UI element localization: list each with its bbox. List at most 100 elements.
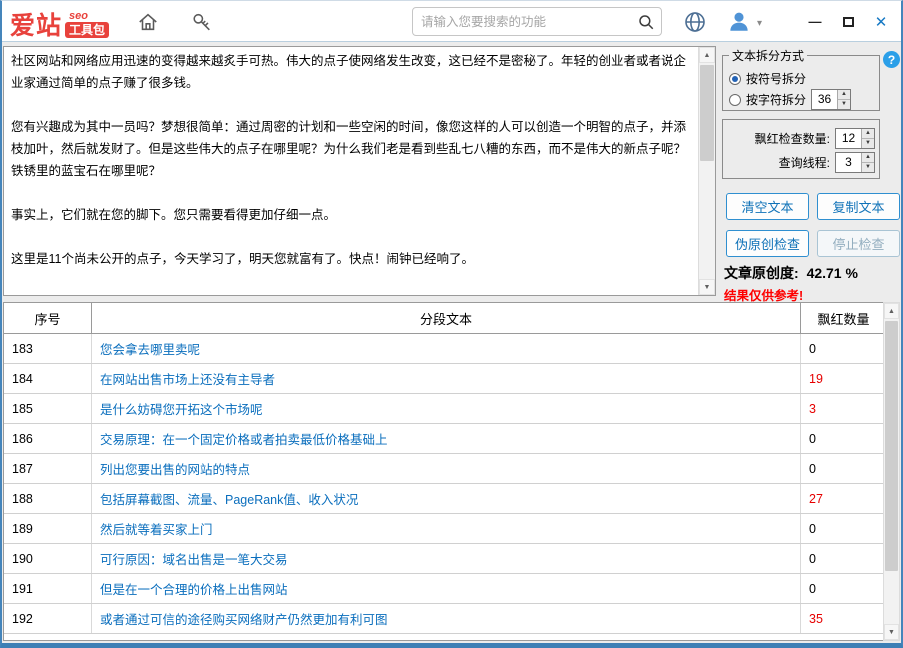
table-row: 191 但是在一个合理的价格上出售网站 0	[4, 574, 886, 604]
segment-link[interactable]: 在网站出售市场上还没有主导者	[100, 369, 275, 388]
logo-seo-text: seo	[69, 9, 88, 22]
source-text-panel: 社区网站和网络应用迅速的变得越来越炙手可热。伟大的点子使网络发生改变，这已经不是…	[3, 46, 716, 296]
table-row: 192 或者通过可信的途径购买网络财产仍然更加有利可图 35	[4, 604, 886, 634]
originality-label: 文章原创度:	[724, 265, 799, 281]
spin-up-icon[interactable]: ▲	[862, 152, 874, 163]
header-red-count: 飘红数量	[817, 311, 870, 327]
scroll-up-icon[interactable]: ▲	[699, 47, 715, 63]
globe-icon[interactable]	[683, 10, 705, 32]
editor-scrollbar[interactable]: ▲ ▼	[698, 47, 715, 295]
segment-link[interactable]: 然后就等着买家上门	[100, 519, 213, 538]
check-count-label: 飘红检查数量:	[754, 131, 830, 146]
copy-text-button[interactable]: 复制文本	[817, 193, 900, 220]
settings-panel: 文本拆分方式 按符号拆分 按字符拆分 36 ▲ ▼ ? 飘红检查数量: 12 ▲…	[720, 45, 902, 303]
originality-result: 文章原创度: 42.71 %	[724, 263, 858, 283]
radio-symbol-split[interactable]: 按符号拆分	[729, 68, 873, 89]
app-window: 爱站 seo 工具包 请输入您要搜索的功能 ▾ — ✕ 社区网站和网络应用迅速的…	[0, 0, 903, 648]
radio-char-split[interactable]: 按字符拆分 36 ▲ ▼	[729, 89, 873, 110]
red-count-cell: 27	[809, 491, 823, 506]
spin-up-icon[interactable]: ▲	[862, 128, 874, 139]
table-row: 185 是什么妨碍您开拓这个市场呢 3	[4, 394, 886, 424]
red-count-cell: 0	[809, 461, 816, 476]
radio-icon[interactable]	[729, 72, 741, 85]
clear-text-button[interactable]: 清空文本	[726, 193, 809, 220]
segment-link[interactable]: 您会拿去哪里卖呢	[100, 339, 200, 358]
action-buttons: 清空文本 复制文本 伪原创检查 停止检查	[726, 193, 900, 257]
segment-link[interactable]: 是什么妨碍您开拓这个市场呢	[100, 399, 263, 418]
table-header: 序号 分段文本 飘红数量	[4, 303, 886, 334]
scroll-down-icon[interactable]: ▼	[699, 279, 715, 295]
key-icon[interactable]	[191, 11, 213, 33]
table-row: 186 交易原理：在一个固定价格或者拍卖最低价格基础上 0	[4, 424, 886, 454]
char-split-stepper: 36 ▲ ▼	[811, 89, 852, 110]
spin-down-icon[interactable]: ▼	[862, 162, 874, 172]
segment-link[interactable]: 交易原理：在一个固定价格或者拍卖最低价格基础上	[100, 429, 388, 448]
home-icon[interactable]	[137, 11, 159, 33]
spin-down-icon[interactable]: ▼	[838, 100, 851, 109]
logo-brand-text: 爱站	[10, 12, 63, 40]
scroll-down-icon[interactable]: ▼	[884, 624, 899, 640]
table-row: 184 在网站出售市场上还没有主导者 19	[4, 364, 886, 394]
search-icon[interactable]	[631, 8, 661, 35]
segment-link[interactable]: 包括屏幕截图、流量、PageRank值、收入状况	[100, 489, 358, 508]
row-index: 183	[4, 334, 92, 363]
row-index: 188	[4, 484, 92, 513]
help-icon[interactable]: ?	[883, 51, 900, 68]
check-count-value[interactable]: 12	[836, 129, 861, 148]
row-index: 187	[4, 454, 92, 483]
spin-down-icon[interactable]: ▼	[862, 138, 874, 148]
red-count-cell: 0	[809, 551, 816, 566]
split-mode-group: 文本拆分方式 按符号拆分 按字符拆分 36 ▲ ▼	[722, 47, 880, 111]
row-index: 189	[4, 514, 92, 543]
editor-paragraph: 社区网站和网络应用迅速的变得越来越炙手可热。伟大的点子使网络发生改变，这已经不是…	[11, 54, 687, 90]
close-button[interactable]: ✕	[873, 14, 889, 31]
editor-scrollbar-thumb[interactable]	[700, 65, 714, 161]
editor-paragraph: 这里是11个尚未公开的点子，今天学习了，明天您就富有了。快点！闹钟已经响了。	[11, 252, 474, 266]
minimize-button[interactable]: —	[807, 14, 823, 30]
editor-paragraph: 事实上，它们就在您的脚下。您只需要看得更加仔细一点。	[11, 208, 337, 222]
scroll-up-icon[interactable]: ▲	[884, 303, 899, 319]
spin-up-icon[interactable]: ▲	[838, 90, 851, 100]
red-count-cell: 35	[809, 611, 823, 626]
logo-suite-text: 工具包	[65, 21, 110, 38]
stop-check-button[interactable]: 停止检查	[817, 230, 900, 257]
segment-link[interactable]: 或者通过可信的途径购买网络财产仍然更加有利可图	[100, 609, 388, 628]
table-row: 189 然后就等着买家上门 0	[4, 514, 886, 544]
row-index: 186	[4, 424, 92, 453]
threads-value[interactable]: 3	[836, 153, 861, 172]
row-index: 191	[4, 574, 92, 603]
segment-link[interactable]: 列出您要出售的网站的特点	[100, 459, 250, 478]
originality-check-button[interactable]: 伪原创检查	[726, 230, 809, 257]
row-index: 185	[4, 394, 92, 423]
chevron-down-icon: ▾	[757, 18, 763, 29]
row-index: 184	[4, 364, 92, 393]
table-scrollbar[interactable]: ▲ ▼	[883, 302, 900, 641]
table-row: 188 包括屏幕截图、流量、PageRank值、收入状况 27	[4, 484, 886, 514]
table-row: 183 您会拿去哪里卖呢 0	[4, 334, 886, 364]
check-count-stepper: 12 ▲ ▼	[835, 127, 875, 149]
threads-label: 查询线程:	[778, 155, 830, 170]
threads-stepper: 3 ▲ ▼	[835, 151, 875, 173]
check-options-box: 飘红检查数量: 12 ▲ ▼ 查询线程: 3 ▲ ▼	[722, 119, 880, 179]
red-count-cell: 19	[809, 371, 823, 386]
char-split-value[interactable]: 36	[812, 90, 837, 109]
red-count-cell: 0	[809, 431, 816, 446]
radio-char-label: 按字符拆分	[746, 93, 807, 107]
segment-link[interactable]: 可行原因：域名出售是一笔大交易	[100, 549, 288, 568]
segment-link[interactable]: 但是在一个合理的价格上出售网站	[100, 579, 288, 598]
originality-value: 42.71 %	[806, 265, 858, 281]
window-controls: — ✕	[807, 1, 889, 42]
split-mode-title: 文本拆分方式	[732, 49, 805, 63]
search-input[interactable]	[413, 14, 631, 29]
maximize-button[interactable]	[840, 14, 856, 30]
app-logo: 爱站 seo 工具包	[10, 6, 110, 42]
radio-symbol-label: 按符号拆分	[746, 72, 807, 86]
user-menu[interactable]: ▾	[726, 8, 762, 39]
source-text-area[interactable]: 社区网站和网络应用迅速的变得越来越炙手可热。伟大的点子使网络发生改变，这已经不是…	[4, 47, 698, 295]
table-scrollbar-thumb[interactable]	[885, 321, 898, 571]
red-count-cell: 0	[809, 581, 816, 596]
radio-icon[interactable]	[729, 93, 741, 106]
toolbar: 爱站 seo 工具包 请输入您要搜索的功能 ▾ — ✕	[2, 1, 901, 42]
table-row: 190 可行原因：域名出售是一笔大交易 0	[4, 544, 886, 574]
segments-table-body: 183 您会拿去哪里卖呢 0 184 在网站出售市场上还没有主导者 19 185…	[4, 334, 886, 634]
